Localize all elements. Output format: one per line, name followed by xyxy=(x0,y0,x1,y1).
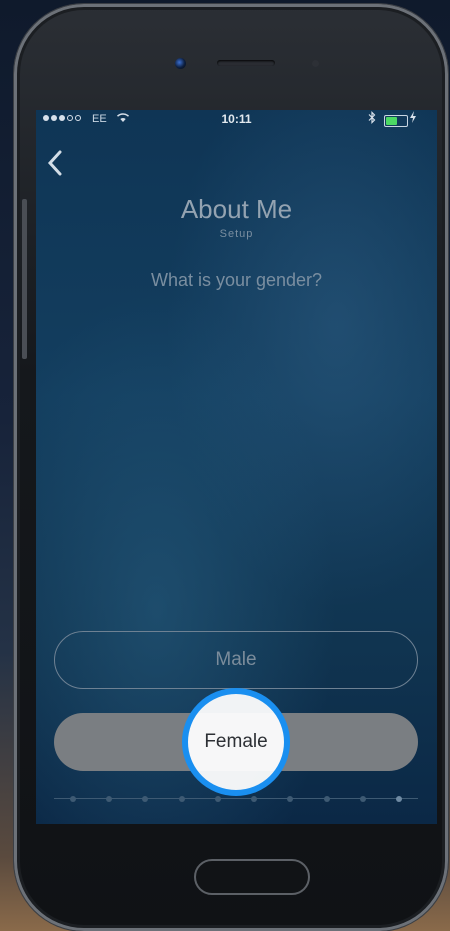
highlight-label: Female xyxy=(204,731,268,752)
progress-dot xyxy=(106,796,113,802)
progress-dot xyxy=(287,796,294,802)
page-title: About Me xyxy=(180,194,293,224)
progress-dot xyxy=(214,796,221,802)
home-button[interactable] xyxy=(194,859,310,895)
back-button[interactable] xyxy=(46,148,68,182)
progress-dot xyxy=(251,796,258,802)
chevron-left-icon xyxy=(47,150,62,176)
status-bar: EE 10:11 xyxy=(36,110,437,130)
status-time: 10:11 xyxy=(221,112,252,126)
question-text: What is your gender? xyxy=(150,270,323,290)
charging-icon xyxy=(410,111,416,126)
page-subtitle: Setup xyxy=(219,228,254,240)
progress-dot xyxy=(142,796,149,802)
bluetooth-icon xyxy=(368,111,376,127)
volume-buttons xyxy=(22,199,27,359)
tap-highlight[interactable]: Female xyxy=(182,688,290,796)
progress-dot xyxy=(396,796,402,802)
progress-dot xyxy=(359,796,366,802)
male-option-label: Male xyxy=(215,649,257,670)
earpiece-speaker xyxy=(217,60,275,66)
progress-indicator xyxy=(54,796,418,802)
front-camera xyxy=(175,58,186,69)
male-option-button[interactable]: Male xyxy=(54,631,418,689)
progress-dot xyxy=(323,796,330,802)
progress-dot xyxy=(70,796,76,802)
battery-icon xyxy=(384,115,408,127)
progress-dot xyxy=(178,796,185,802)
proximity-sensor xyxy=(312,60,319,67)
